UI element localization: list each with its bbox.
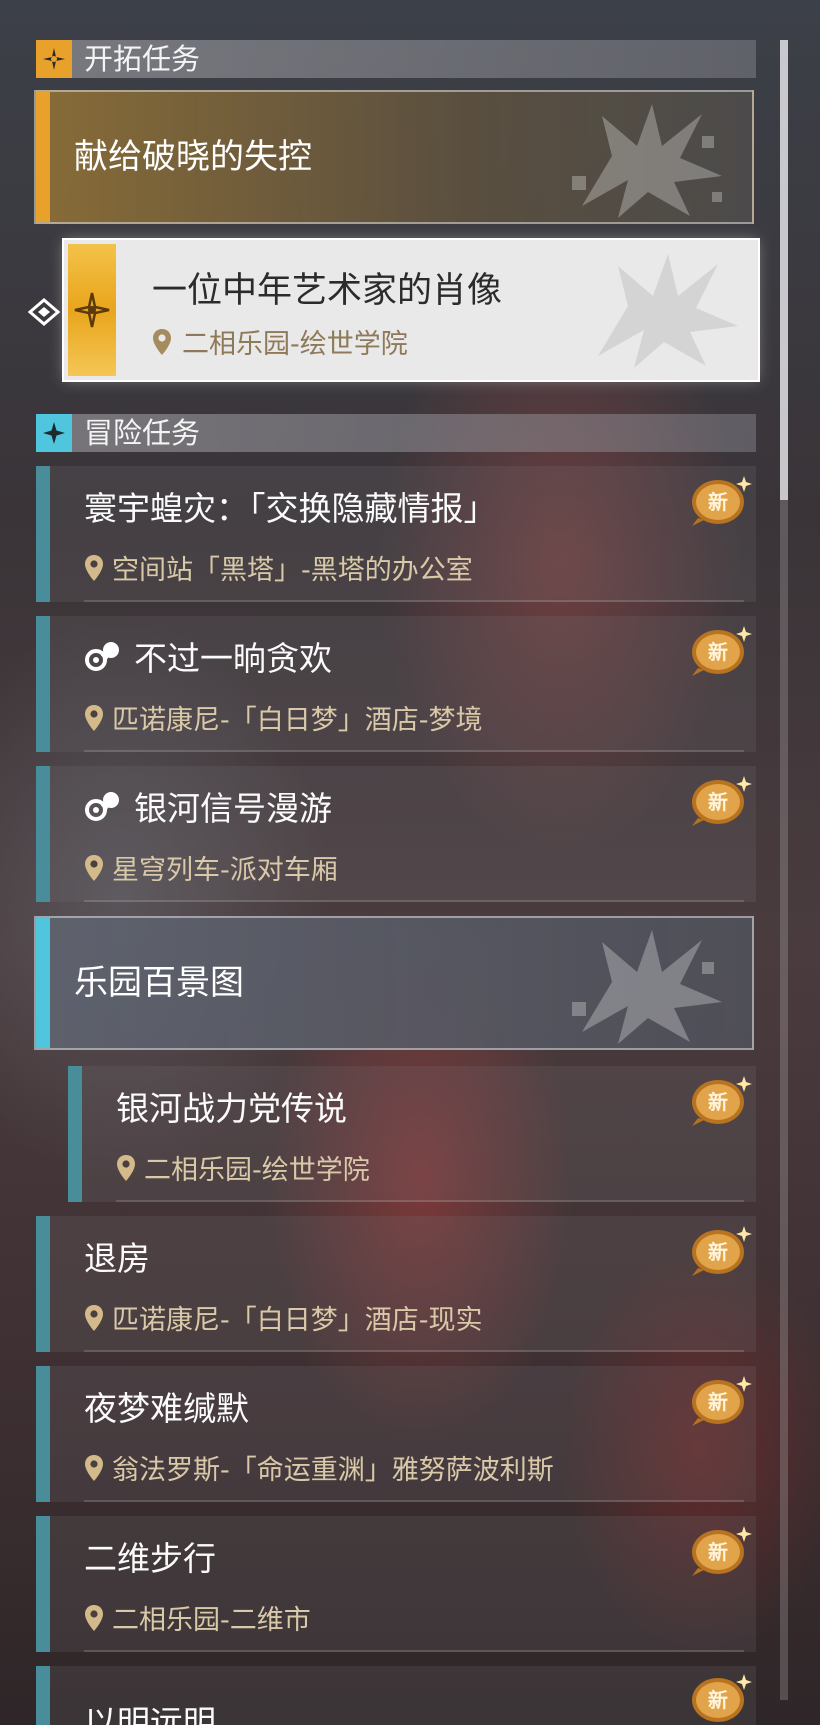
quest-accent-bar [36, 1516, 50, 1652]
quest-title: 不过一晌贪欢 [84, 632, 332, 680]
quest-group-adventure[interactable]: 乐园百景图 [34, 916, 754, 1050]
new-badge-icon: 新 [688, 472, 754, 530]
quest-title: 寰宇蝗灾：「交换隐藏情报」 [84, 489, 497, 528]
quest-row-partial[interactable]: 以明远明 新 [36, 1666, 756, 1725]
quest-accent-bar [68, 1066, 82, 1202]
quest-location: 空间站「黑塔」-黑塔的办公室 [84, 548, 473, 587]
location-pin-icon [85, 704, 103, 731]
quest-location: 二相乐园-绘世学院 [116, 1148, 370, 1187]
quest-title: 二维步行 [84, 1539, 216, 1578]
quest-accent-bar [36, 616, 50, 752]
location-pin-icon [85, 1454, 103, 1481]
group-accent-bar [36, 92, 50, 222]
location-pin-icon [85, 854, 103, 881]
location-pin-icon [85, 1304, 103, 1331]
quest-row[interactable]: 不过一晌贪欢 匹诺康尼-「白日梦」酒店-梦境 新 [36, 616, 756, 752]
quest-accent-bar [36, 466, 50, 602]
companion-quest-icon [85, 642, 119, 671]
row-divider [84, 1350, 744, 1352]
quest-title: 退房 [84, 1239, 150, 1278]
quest-title: 银河信号漫游 [84, 782, 332, 830]
group-title: 乐园百景图 [74, 963, 244, 1003]
quest-row[interactable]: 银河信号漫游 星穹列车-派对车厢 新 [36, 766, 756, 902]
group-accent-bar [36, 918, 50, 1048]
active-quest-location-text: 二相乐园-绘世学院 [182, 329, 408, 360]
scrollbar-thumb[interactable] [780, 40, 788, 500]
new-badge-icon: 新 [688, 1222, 754, 1280]
quest-location: 星穹列车-派对车厢 [84, 848, 338, 887]
active-quest-gold-strip [68, 244, 116, 376]
current-quest-pointer-icon [27, 298, 61, 326]
quest-location: 匹诺康尼-「白日梦」酒店-现实 [84, 1298, 483, 1337]
trailblaze-emblem-icon [36, 40, 72, 78]
quest-location: 匹诺康尼-「白日梦」酒店-梦境 [84, 698, 483, 737]
new-badge-icon: 新 [688, 772, 754, 830]
quest-location: 二相乐园-二维市 [84, 1598, 311, 1637]
section-header-trailblaze: 开拓任务 [36, 40, 756, 78]
quest-row[interactable]: 寰宇蝗灾：「交换隐藏情报」 空间站「黑塔」-黑塔的办公室 新 [36, 466, 756, 602]
new-badge-icon: 新 [688, 1072, 754, 1130]
quest-row[interactable]: 夜梦难缄默 翁法罗斯-「命运重渊」雅努萨波利斯 新 [36, 1366, 756, 1502]
quest-title: 夜梦难缄默 [84, 1389, 249, 1428]
dragon-emblem-icon [598, 254, 738, 368]
new-badge-icon: 新 [688, 1670, 754, 1725]
section-title-adventure: 冒险任务 [84, 416, 201, 450]
quest-accent-bar [36, 766, 50, 902]
new-badge-icon: 新 [688, 1522, 754, 1580]
quest-title: 银河战力党传说 [116, 1089, 347, 1128]
row-divider [84, 750, 744, 752]
quest-row[interactable]: 退房 匹诺康尼-「白日梦」酒店-现实 新 [36, 1216, 756, 1352]
row-divider [84, 1500, 744, 1502]
section-header-adventure: 冒险任务 [36, 414, 756, 452]
location-pin-icon [85, 554, 103, 581]
adventure-star-icon [36, 414, 72, 452]
quest-row[interactable]: 二维步行 二相乐园-二维市 新 [36, 1516, 756, 1652]
quest-accent-bar [36, 1666, 50, 1725]
quest-location: 翁法罗斯-「命运重渊」雅努萨波利斯 [84, 1448, 554, 1487]
active-quest-location: 二相乐园-绘世学院 [152, 322, 408, 361]
row-divider [84, 600, 744, 602]
location-pin-icon [153, 328, 171, 355]
companion-quest-icon [85, 792, 119, 821]
location-pin-icon [85, 1604, 103, 1631]
row-divider [116, 1200, 744, 1202]
location-pin-icon [117, 1154, 135, 1181]
quest-row-nested[interactable]: 银河战力党传说 二相乐园-绘世学院 新 [68, 1066, 756, 1202]
row-divider [84, 1650, 744, 1652]
dragon-emblem-icon [572, 104, 722, 218]
active-quest-card[interactable]: 一位中年艺术家的肖像 二相乐园-绘世学院 [64, 240, 758, 380]
trailblaze-star-icon [74, 292, 110, 328]
row-divider [84, 900, 744, 902]
new-badge-icon: 新 [688, 1372, 754, 1430]
quest-accent-bar [36, 1366, 50, 1502]
quest-title: 以明远明 [84, 1703, 216, 1725]
quest-group-trailblaze[interactable]: 献给破晓的失控 [34, 90, 754, 224]
dragon-emblem-icon [572, 930, 722, 1044]
section-title-trailblaze: 开拓任务 [84, 42, 201, 76]
quest-accent-bar [36, 1216, 50, 1352]
group-title: 献给破晓的失控 [74, 137, 312, 177]
active-quest-title: 一位中年艺术家的肖像 [152, 271, 503, 311]
new-badge-icon: 新 [688, 622, 754, 680]
